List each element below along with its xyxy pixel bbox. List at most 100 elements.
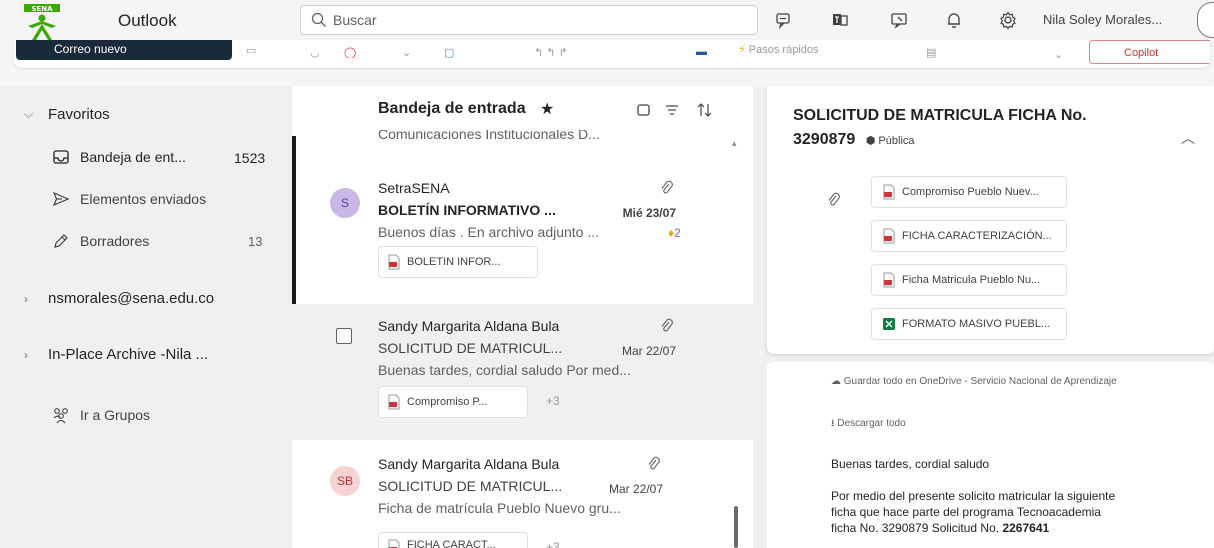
- paperclip-icon: [661, 318, 673, 332]
- attachment-file[interactable]: Compromiso Pueblo Nuev...: [871, 176, 1067, 208]
- pdf-icon: [388, 254, 400, 270]
- subject: SOLICITUD DE MATRICUL...: [378, 340, 563, 356]
- folder-sent[interactable]: Elementos enviados: [52, 190, 206, 208]
- folder-drafts-label: Borradores: [80, 233, 150, 249]
- ribbon-teams-icon[interactable]: ▬: [696, 46, 707, 58]
- ribbon-move-icon[interactable]: ▢: [444, 46, 454, 58]
- account-archive-label: In-Place Archive -Nila ...: [48, 346, 209, 363]
- pdf-icon: [883, 228, 895, 244]
- message-list-scrollbar[interactable]: [734, 506, 738, 548]
- message-preview: Buenos días . En archivo adjunto ...: [378, 224, 600, 240]
- folder-drafts[interactable]: Borradores: [52, 232, 149, 250]
- new-mail-button[interactable]: Correo nuevo: [16, 40, 232, 60]
- ribbon-reply-icon[interactable]: ↰ ↰ ↱: [534, 46, 568, 58]
- email-body-line: ficha que hace parte del programa Tecnoa…: [831, 505, 1101, 519]
- attachment-chip[interactable]: FICHA CARACT...: [378, 532, 528, 548]
- bell-icon[interactable]: [944, 10, 964, 30]
- shield-icon: ⬢: [865, 135, 876, 147]
- mention-count: 2: [674, 226, 681, 240]
- message-checkbox[interactable]: [336, 328, 352, 344]
- email-body-line: ficha No. 3290879 Solicitud No. 2267641: [831, 520, 1049, 536]
- filter-icon[interactable]: [664, 102, 680, 118]
- download-icon: ⭳: [831, 418, 835, 429]
- go-to-groups[interactable]: Ir a Grupos: [52, 406, 150, 424]
- ribbon-table-icon[interactable]: ▤: [926, 46, 936, 58]
- attachment-file-name: FICHA CARACTERIZACIÓN...: [902, 230, 1052, 242]
- groups-icon: [53, 408, 68, 424]
- email-body-line: Por medio del presente solicito matricul…: [831, 489, 1116, 503]
- pdf-icon: [883, 272, 895, 288]
- meet-now-icon[interactable]: [774, 10, 794, 30]
- email-subject: SOLICITUD DE MATRICULA FICHA No. 3290879…: [793, 104, 1163, 153]
- attachment-file-name: FORMATO MASIVO PUEBL...: [902, 318, 1051, 330]
- message-preview: Buenas tardes, cordial saludo Por med...: [378, 362, 631, 378]
- save-to-onedrive-button[interactable]: ☁ Guardar todo en OneDrive - Servicio Na…: [831, 376, 1117, 387]
- subject: BOLETÍN INFORMATIVO ...: [378, 202, 556, 218]
- search-icon: [311, 12, 326, 27]
- email-subject-line1: SOLICITUD DE MATRICULA FICHA No.: [793, 107, 1087, 124]
- chevron-up-icon[interactable]: ︿: [1181, 128, 1195, 148]
- sender-name: SetraSENA: [378, 180, 450, 196]
- download-all-label: Descargar todo: [837, 418, 906, 429]
- more-attachments[interactable]: +3: [546, 394, 560, 408]
- attachment-file-name: Ficha Matricula Pueblo Nu...: [902, 274, 1041, 286]
- more-attachments[interactable]: +3: [546, 540, 560, 548]
- favorites-header[interactable]: ⌵ Favoritos: [24, 106, 110, 123]
- visibility-label: Pública: [878, 135, 915, 147]
- partial-message[interactable]: Comunicaciones Institucionales D...: [378, 130, 638, 146]
- teams-icon[interactable]: [830, 10, 850, 30]
- svg-text:SENA: SENA: [31, 5, 53, 13]
- attachment-file-name: Compromiso Pueblo Nuev...: [902, 186, 1039, 198]
- folder-inbox[interactable]: Bandeja de ent...: [52, 148, 186, 166]
- sort-icon[interactable]: [696, 101, 714, 119]
- attachment-file[interactable]: FICHA CARACTERIZACIÓN...: [871, 220, 1067, 252]
- ribbon-report-icon[interactable]: ◯: [344, 46, 356, 58]
- inbox-count: 1523: [234, 150, 266, 166]
- search-box[interactable]: Buscar: [300, 5, 758, 35]
- quick-steps-icon: ⚡: [738, 44, 746, 55]
- message-date: Mié 23/07: [622, 206, 676, 220]
- ribbon-expand-chevron-icon[interactable]: ⌄: [1054, 48, 1063, 60]
- gear-icon[interactable]: [998, 10, 1018, 30]
- whiteboard-icon[interactable]: [889, 10, 909, 30]
- folder-sent-label: Elementos enviados: [80, 191, 207, 207]
- reading-pane: SOLICITUD DE MATRICULA FICHA No. 3290879…: [753, 86, 1214, 548]
- inbox-title[interactable]: Bandeja de entrada: [378, 100, 526, 118]
- groups-label: Ir a Grupos: [80, 407, 151, 423]
- account-in-place-archive[interactable]: › In-Place Archive -Nila ...: [24, 346, 208, 363]
- scroll-up-arrow-icon[interactable]: ▴: [732, 138, 737, 149]
- message-item[interactable]: SB Sandy Margarita Aldana Bula SOLICITUD…: [292, 440, 740, 548]
- download-all-button[interactable]: ⭳ Descargar todo: [831, 416, 906, 433]
- account-nsmorales-label: nsmorales@sena.edu.co: [48, 290, 215, 307]
- attachment-chip[interactable]: BOLETIN INFOR...: [378, 246, 538, 278]
- message-header-card: SOLICITUD DE MATRICULA FICHA No. 3290879…: [767, 86, 1214, 354]
- select-icon[interactable]: [636, 102, 652, 118]
- partial-message-preview: Comunicaciones Institucionales D...: [378, 130, 600, 142]
- drafts-count: 13: [248, 234, 263, 249]
- attachment-file[interactable]: FORMATO MASIVO PUEBL...: [871, 308, 1067, 340]
- request-number: 2267641: [1002, 521, 1050, 535]
- attachment-name: FICHA CARACT...: [407, 539, 496, 548]
- account-nsmorales[interactable]: › nsmorales@sena.edu.co: [24, 290, 214, 307]
- message-preview: Ficha de matrícula Pueblo Nuevo gru...: [378, 500, 621, 516]
- quick-steps-button[interactable]: ⚡ Pasos rápidos: [738, 43, 819, 55]
- attachment-chip[interactable]: Compromiso P...: [378, 386, 528, 418]
- copilot-button[interactable]: Copilot: [1089, 40, 1210, 64]
- ribbon-delete-icon[interactable]: ▭: [246, 44, 256, 56]
- message-date: Mar 22/07: [621, 344, 676, 358]
- message-item[interactable]: S SetraSENA BOLETÍN INFORMATIVO ... Mié …: [292, 166, 740, 304]
- attachment-file[interactable]: Ficha Matricula Pueblo Nu...: [871, 264, 1067, 296]
- ribbon-archive-icon[interactable]: ◡: [310, 46, 320, 58]
- app-title[interactable]: Outlook: [118, 11, 177, 31]
- user-name[interactable]: Nila Soley Morales...: [1043, 12, 1162, 27]
- message-body-card: ☁ Guardar todo en OneDrive - Servicio Na…: [767, 362, 1214, 548]
- inbox-icon: [53, 150, 69, 164]
- ribbon-sweep-icon[interactable]: ⌄: [402, 46, 411, 58]
- message-list-header: Bandeja de entrada ★: [292, 86, 753, 136]
- ribbon-panel: Correo nuevo ▭ ◡ ◯ ⌄ ▢ ↰ ↰ ↱ ▬ ⚡ Pasos r…: [14, 40, 1210, 68]
- star-icon[interactable]: ★: [540, 99, 554, 119]
- sena-logo[interactable]: SENA: [20, 4, 64, 44]
- sender-avatar: S: [330, 188, 360, 218]
- message-item[interactable]: Sandy Margarita Aldana Bula SOLICITUD DE…: [292, 304, 753, 440]
- profile-avatar[interactable]: [1197, 2, 1214, 38]
